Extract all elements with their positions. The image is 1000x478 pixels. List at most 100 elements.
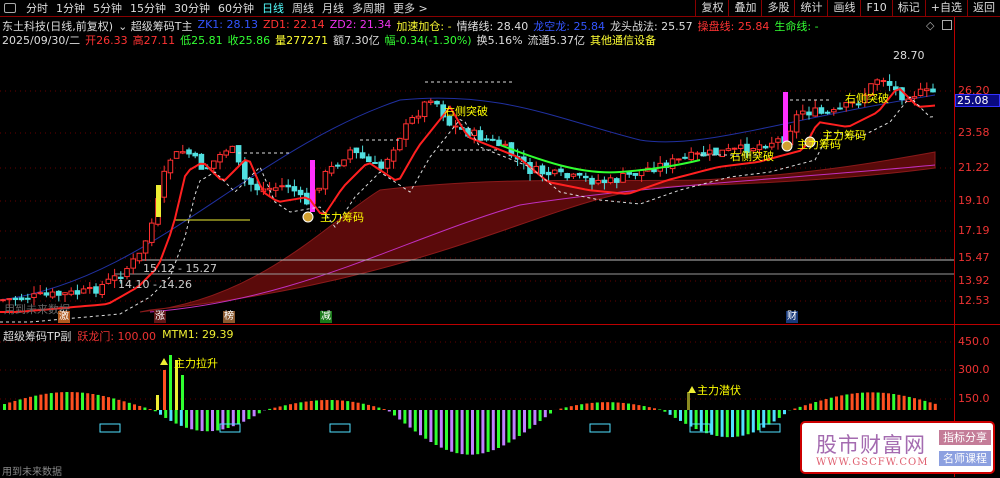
- momentum-bar: [190, 410, 193, 429]
- momentum-bar: [273, 408, 276, 410]
- candle-body: [75, 291, 80, 294]
- breakout-label: 右侧突破: [730, 148, 774, 164]
- momentum-bar: [279, 406, 282, 410]
- price-axis-line: [954, 17, 955, 477]
- momentum-bar: [247, 410, 250, 419]
- candle-body: [168, 160, 173, 173]
- candle-body: [391, 150, 396, 161]
- candle-body: [336, 165, 341, 166]
- peak-price-label: 28.70: [893, 49, 925, 62]
- watermark-banner[interactable]: 股市财富网 WWW.GSCFW.COM 指标分享 名师课程: [800, 421, 995, 474]
- momentum-bar: [783, 410, 786, 414]
- price-axis-tick: 12.53: [958, 294, 990, 307]
- candle-body: [298, 190, 303, 194]
- breakout-label: 右侧突破: [845, 90, 889, 106]
- momentum-bar: [918, 399, 921, 410]
- signal-candle: [783, 92, 788, 142]
- momentum-bar: [809, 404, 812, 410]
- momentum-bar: [513, 410, 516, 439]
- candle-body: [81, 289, 86, 293]
- surge-bar: [687, 392, 690, 410]
- momentum-bar: [585, 403, 588, 410]
- momentum-bar: [648, 407, 651, 410]
- candle-body: [931, 89, 936, 92]
- momentum-bar: [55, 393, 58, 410]
- momentum-bar: [159, 410, 162, 415]
- candle-body: [63, 293, 68, 295]
- candle-body: [187, 150, 192, 154]
- momentum-bar: [419, 410, 422, 435]
- momentum-bar: [253, 410, 256, 416]
- candle-body: [212, 161, 217, 168]
- watermark-url: WWW.GSCFW.COM: [816, 457, 929, 468]
- momentum-bar: [128, 403, 131, 410]
- momentum-bar: [715, 410, 718, 436]
- momentum-bar: [476, 410, 479, 454]
- teacher-course-button[interactable]: 名师课程: [939, 451, 991, 466]
- candle-body: [69, 291, 74, 294]
- candle-body: [918, 89, 923, 95]
- momentum-bar: [752, 410, 755, 432]
- candle-body: [633, 174, 638, 176]
- momentum-bar: [383, 409, 386, 410]
- candle-body: [819, 108, 824, 114]
- momentum-bar: [851, 394, 854, 410]
- signal-marker: 榜: [223, 311, 235, 323]
- momentum-bar: [201, 410, 204, 431]
- momentum-bar: [741, 410, 744, 436]
- momentum-bar: [840, 395, 843, 410]
- momentum-bar: [523, 410, 526, 432]
- sub-axis-tick: 300.0: [958, 363, 990, 376]
- momentum-bar: [632, 404, 635, 410]
- candle-body: [670, 159, 675, 169]
- candle-body: [887, 82, 892, 86]
- ylm-value: 跃龙门: 100.00: [77, 328, 156, 344]
- price-axis-tick: 15.47: [958, 251, 990, 264]
- momentum-bar: [892, 394, 895, 410]
- momentum-bar: [237, 410, 240, 424]
- candle-body: [590, 178, 595, 184]
- indicator-share-button[interactable]: 指标分享: [939, 430, 991, 445]
- up-arrow-icon: [160, 358, 168, 365]
- candle-body: [385, 159, 390, 168]
- toolbar-button[interactable]: 返回: [967, 0, 1000, 17]
- sub-indicator-title[interactable]: 超级筹码TP副: [3, 328, 71, 344]
- momentum-bar: [887, 393, 890, 410]
- momentum-bar: [180, 410, 183, 426]
- momentum-bar: [294, 403, 297, 410]
- candle-body: [236, 146, 241, 162]
- momentum-bar: [487, 410, 490, 452]
- momentum-bar: [409, 410, 412, 428]
- candle-body: [274, 188, 279, 191]
- panel-divider: [0, 324, 1000, 325]
- momentum-bar: [845, 394, 848, 410]
- momentum-bar: [773, 410, 776, 421]
- candle-body: [181, 152, 186, 153]
- momentum-bar: [346, 401, 349, 410]
- momentum-bar: [825, 399, 828, 410]
- price-axis-tick: 17.19: [958, 224, 990, 237]
- sub-indicator-info: 超级筹码TP副 跃龙门: 100.00 MTM1: 29.39: [3, 328, 233, 344]
- candle-body: [776, 139, 781, 143]
- momentum-bar: [362, 404, 365, 410]
- momentum-bar: [377, 408, 380, 410]
- momentum-bar: [481, 410, 484, 453]
- candle-body: [106, 279, 111, 283]
- momentum-bar: [710, 410, 713, 435]
- candle-body: [584, 176, 589, 177]
- momentum-bar: [455, 410, 458, 453]
- momentum-bar: [471, 410, 474, 455]
- momentum-bar: [45, 394, 48, 410]
- surge-bar: [169, 355, 172, 410]
- candle-body: [608, 178, 613, 183]
- momentum-bar: [39, 395, 42, 410]
- momentum-bar: [289, 404, 292, 410]
- momentum-bar: [325, 400, 328, 410]
- momentum-bar: [450, 410, 453, 452]
- candle-body: [695, 153, 700, 154]
- candle-body: [621, 173, 626, 182]
- momentum-bar: [102, 396, 105, 410]
- momentum-bar: [29, 397, 32, 410]
- kline-chart[interactable]: [0, 0, 955, 477]
- signal-candle: [156, 185, 161, 217]
